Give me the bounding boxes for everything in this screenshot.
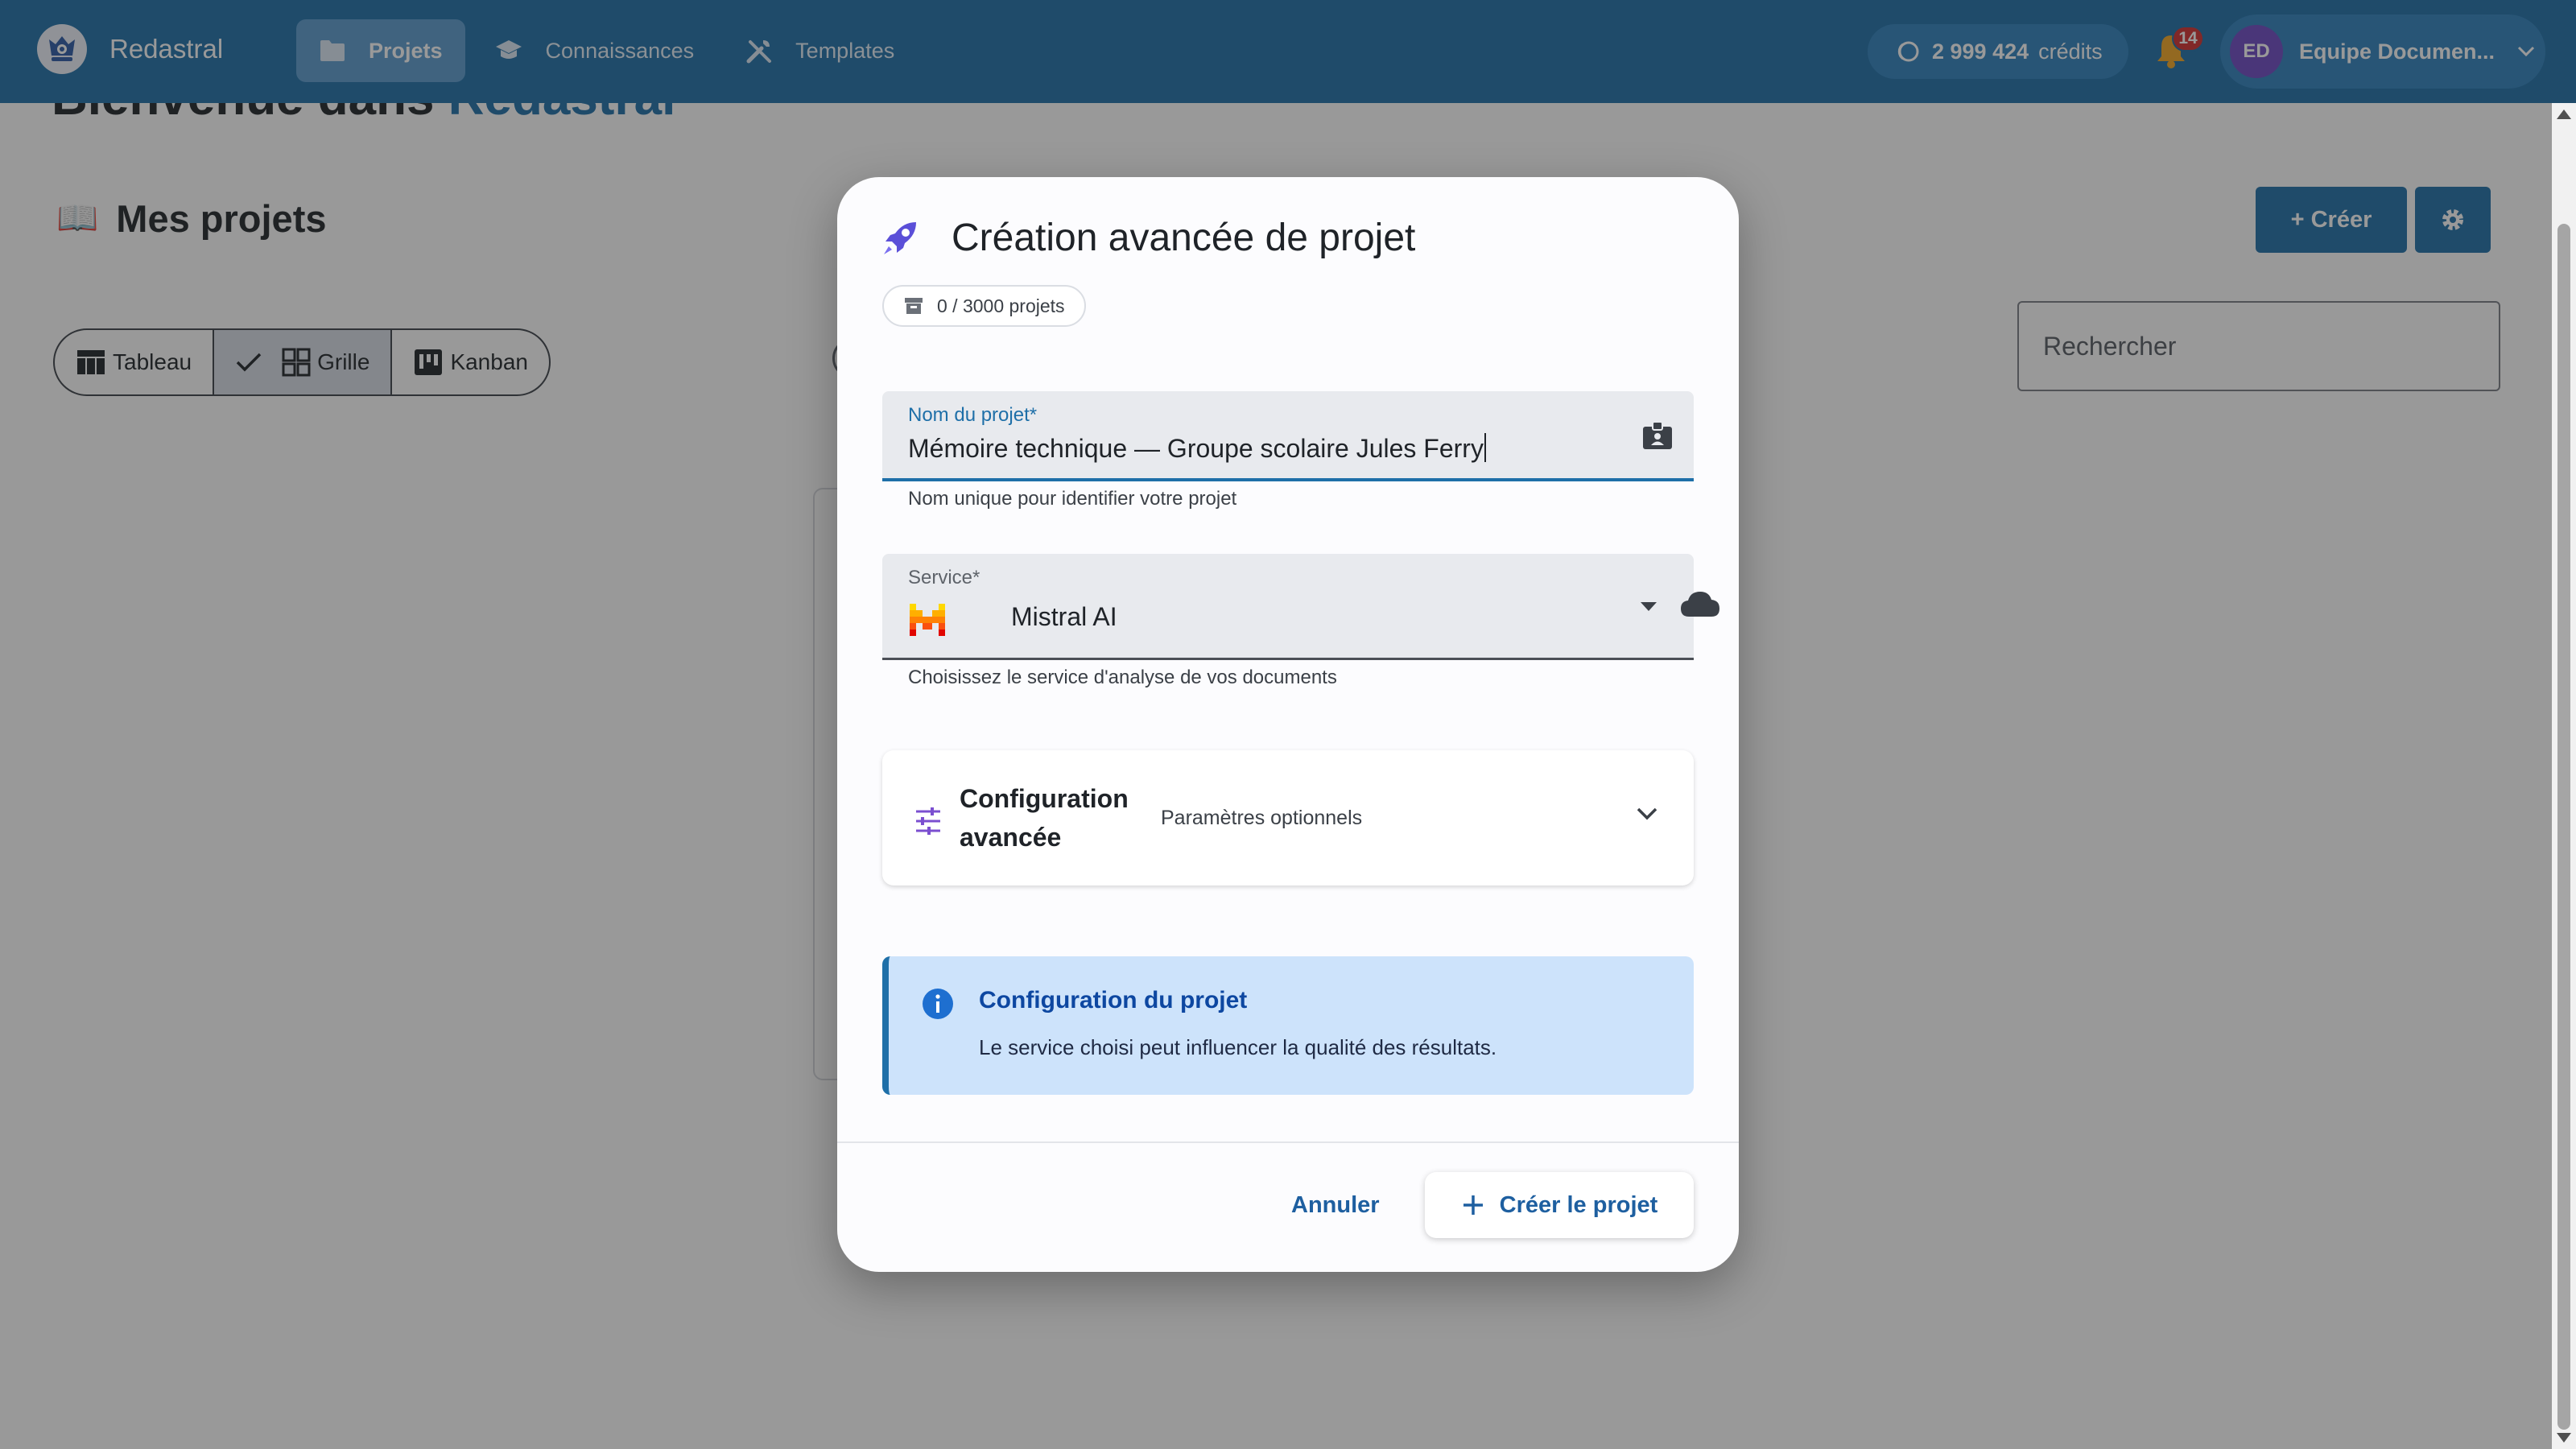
project-quota-chip: 0 / 3000 projets — [882, 285, 1086, 327]
project-name-label: Nom du projet* — [908, 404, 1038, 426]
quota-text: 0 / 3000 projets — [937, 295, 1065, 316]
rocket-icon — [884, 221, 916, 254]
create-project-submit-button[interactable]: Créer le projet — [1425, 1172, 1694, 1238]
service-hint: Choisissez le service d'analyse de vos d… — [908, 667, 1337, 688]
info-title: Configuration du projet — [979, 987, 1248, 1013]
cloud-icon — [1681, 592, 1719, 617]
project-name-field[interactable]: Nom du projet* Mémoire technique — Group… — [882, 391, 1694, 481]
service-select[interactable]: Service* Mistral AI — [882, 554, 1719, 660]
info-icon — [923, 989, 953, 1019]
scroll-thumb[interactable] — [2557, 224, 2570, 1430]
scroll-up-arrow-icon[interactable] — [2557, 109, 2571, 119]
scroll-down-arrow-icon[interactable] — [2557, 1433, 2571, 1443]
service-label: Service* — [908, 567, 980, 588]
dialog-title: Création avancée de projet — [952, 217, 1416, 259]
advanced-config-expander[interactable]: Configuration avancée Paramètres optionn… — [882, 750, 1694, 886]
service-value: Mistral AI — [1011, 602, 1117, 631]
page-scrollbar[interactable] — [2552, 103, 2576, 1449]
cancel-button[interactable]: Annuler — [1269, 1172, 1402, 1238]
dropdown-arrow-icon — [1641, 602, 1657, 611]
badge-icon — [1643, 421, 1672, 449]
archive-icon — [905, 298, 923, 314]
project-name-value: Mémoire technique — Groupe scolaire Jule… — [908, 434, 1484, 463]
project-name-hint: Nom unique pour identifier votre projet — [908, 488, 1237, 510]
create-project-label: Créer le projet — [1499, 1191, 1658, 1218]
advanced-config-title: Configuration avancée — [960, 784, 1129, 852]
plus-icon — [1463, 1195, 1483, 1215]
advanced-config-subtitle: Paramètres optionnels — [1161, 807, 1363, 829]
create-project-dialog: Création avancée de projet 0 / 3000 proj… — [837, 177, 1739, 1272]
chevron-down-icon — [1637, 807, 1657, 820]
project-name-input[interactable]: Mémoire technique — Groupe scolaire Jule… — [908, 433, 1486, 464]
info-banner: Configuration du projet Le service chois… — [882, 956, 1694, 1095]
text-caret — [1484, 433, 1486, 462]
dialog-divider — [837, 1141, 1739, 1143]
mistral-logo-icon — [910, 604, 945, 636]
dialog-header: Création avancée de projet — [879, 216, 1415, 260]
info-text: Le service choisi peut influencer la qua… — [979, 1035, 1497, 1059]
sliders-icon — [916, 807, 940, 835]
